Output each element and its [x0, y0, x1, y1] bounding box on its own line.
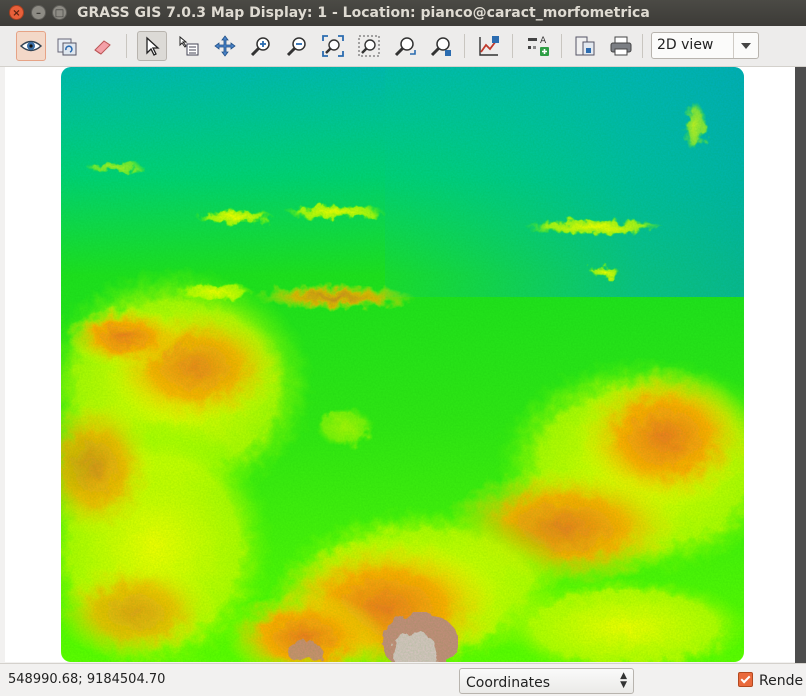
- display-map-button[interactable]: [16, 31, 46, 61]
- save-icon: [575, 36, 595, 56]
- toolbar-separator: [642, 34, 643, 58]
- erase-display-button[interactable]: [88, 31, 118, 61]
- pan-icon: [214, 35, 236, 57]
- view-mode-value: 2D view: [657, 37, 714, 53]
- chevron-down-icon: [733, 33, 758, 58]
- status-bar: 548990.68; 9184504.70 Coordinates ▲ ▼ Ren…: [0, 663, 806, 696]
- zoom-options-button[interactable]: [426, 31, 456, 61]
- render-map-button[interactable]: [52, 31, 82, 61]
- render-checkbox[interactable]: Rende: [738, 672, 803, 689]
- zoom-back-button[interactable]: [390, 31, 420, 61]
- eraser-icon: [94, 40, 111, 55]
- window-title: GRASS GIS 7.0.3 Map Display: 1 - Locatio…: [77, 5, 650, 21]
- svg-text:A: A: [540, 36, 547, 46]
- status-mode-select[interactable]: Coordinates ▲ ▼: [459, 668, 634, 694]
- zoom-in-icon: [250, 37, 270, 57]
- toolbar: A 2D view: [0, 26, 806, 67]
- pointer-icon: [146, 36, 160, 56]
- render-label: Rende: [759, 673, 804, 689]
- view-mode-select[interactable]: 2D view: [651, 32, 759, 59]
- query-button[interactable]: [174, 31, 204, 61]
- zoom-back-icon: [394, 37, 416, 57]
- toolbar-separator: [561, 34, 562, 58]
- print-icon: [610, 36, 632, 56]
- print-button[interactable]: [606, 31, 636, 61]
- analyze-icon: [479, 36, 499, 56]
- zoom-in-button[interactable]: [246, 31, 276, 61]
- maximize-icon[interactable]: □: [52, 5, 67, 20]
- close-icon[interactable]: ×: [9, 5, 24, 20]
- render-map-icon: [57, 38, 77, 56]
- zoom-extent-button[interactable]: [318, 31, 348, 61]
- checkbox-checked-icon[interactable]: [738, 672, 753, 687]
- zoom-out-icon: [286, 37, 306, 57]
- zoom-out-button[interactable]: [282, 31, 312, 61]
- coordinates-readout: 548990.68; 9184504.70: [8, 672, 166, 687]
- zoom-extent-icon: [322, 35, 344, 57]
- zoom-options-icon: [430, 37, 451, 57]
- map-canvas[interactable]: [5, 67, 795, 662]
- map-elements-button[interactable]: A: [523, 31, 553, 61]
- map-elements-icon: A: [528, 36, 549, 56]
- zoom-region-icon: [358, 35, 380, 57]
- minimize-icon[interactable]: –: [31, 5, 46, 20]
- elevation-raster: [61, 67, 744, 662]
- toolbar-separator: [512, 34, 513, 58]
- toolbar-separator: [126, 34, 127, 58]
- map-display-window: × – □ GRASS GIS 7.0.3 Map Display: 1 - L…: [0, 0, 806, 696]
- title-bar: × – □ GRASS GIS 7.0.3 Map Display: 1 - L…: [0, 0, 806, 26]
- pointer-button[interactable]: [137, 31, 167, 61]
- pan-button[interactable]: [210, 31, 240, 61]
- status-mode-value: Coordinates: [466, 675, 551, 691]
- desktop-background-strip: [795, 67, 806, 696]
- query-icon: [179, 35, 199, 56]
- save-button[interactable]: [570, 31, 600, 61]
- analyze-button[interactable]: [474, 31, 504, 61]
- updown-arrows-icon: ▲ ▼: [620, 671, 627, 690]
- zoom-region-button[interactable]: [354, 31, 384, 61]
- eye-icon: [19, 40, 43, 52]
- toolbar-separator: [464, 34, 465, 58]
